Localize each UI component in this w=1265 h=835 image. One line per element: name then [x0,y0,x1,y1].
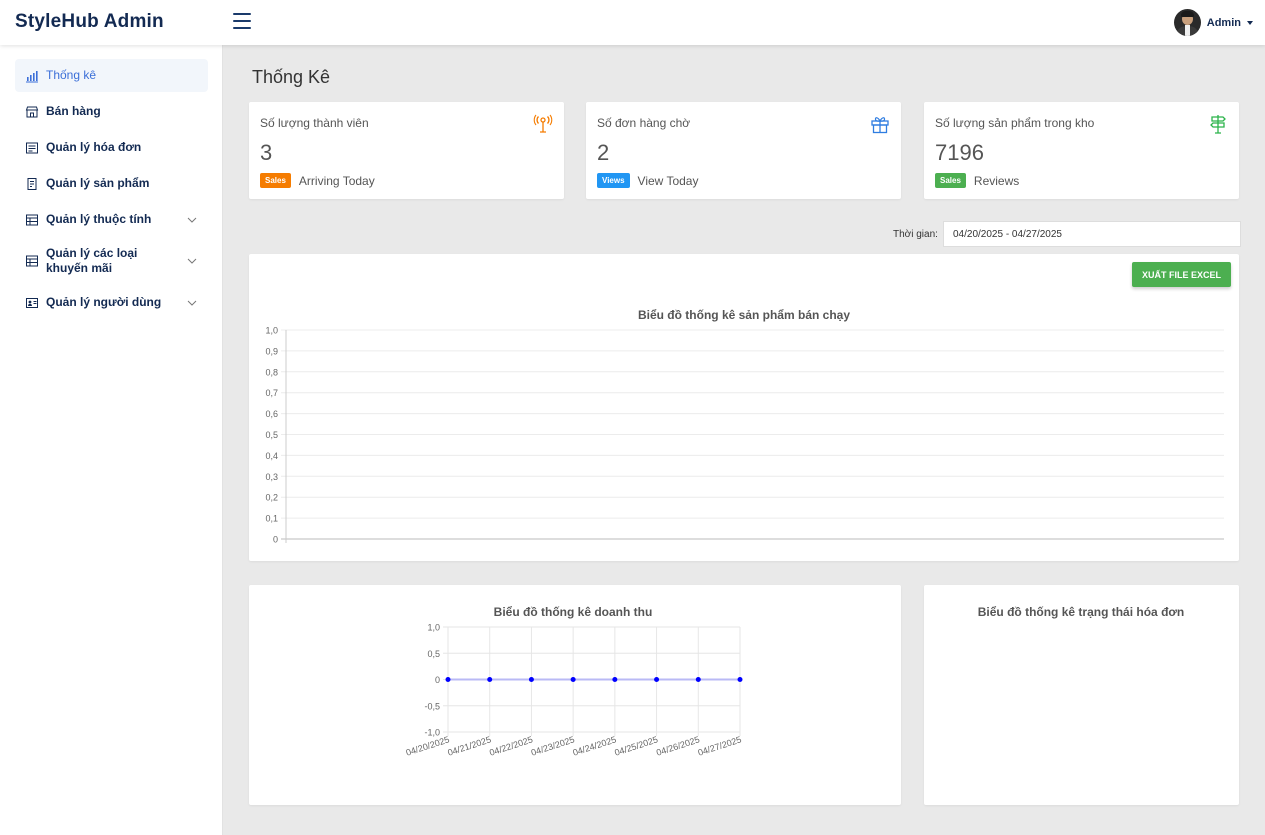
data-point [612,677,618,682]
x-tick-label: 04/20/2025 [405,734,451,757]
page-title: Thống Kê [252,67,331,87]
y-tick-label: 0,2 [265,493,278,503]
x-tick-label: 04/27/2025 [697,734,743,757]
data-point [445,677,451,682]
stat-footer-text: Arriving Today [298,173,375,188]
best-selling-chart-card: XUẤT FILE EXCEL Biểu đồ thống kê sản phẩ… [249,254,1239,561]
y-tick-label: 0 [273,535,278,545]
x-tick-label: 04/25/2025 [613,734,659,757]
stat-footer-text: View Today [637,173,699,188]
stat-footer-text: Reviews [973,173,1020,188]
sidebar-item-label: Quản lý người dùng [46,295,162,309]
chart-title: Biểu đồ thống kê doanh thu [494,605,653,619]
brand-logo[interactable]: StyleHub Admin [15,11,164,33]
data-point [528,677,534,682]
data-point [654,677,660,682]
x-tick-label: 04/22/2025 [488,734,534,757]
stat-footer: Views View Today [597,173,698,188]
sidebar-item-label: Quản lý hóa đơn [46,140,142,154]
bar-chart-icon [26,70,38,82]
store-icon [25,106,39,117]
caret-down-icon[interactable] [1247,20,1253,25]
x-tick-label: 04/24/2025 [572,734,618,757]
chevron-down-icon[interactable] [186,255,198,267]
y-tick-label: 0 [435,675,440,685]
sidebar: Thống kê Bán hàng Quản lý hóa đơn Quản l… [0,45,223,835]
stat-value: 3 [260,140,273,165]
stat-label: Số lượng sản phẩm trong kho [935,116,1095,130]
stat-card-pending-orders: Số đơn hàng chờ 2 Views View Today [586,102,901,199]
y-tick-label: 0,8 [265,367,278,377]
invoice-icon [26,142,38,153]
sidebar-item-quan-ly-nguoi-dung[interactable]: Quản lý người dùng [15,286,208,319]
invoice-status-chart-card: Biểu đồ thống kê trạng thái hóa đơn [924,585,1239,805]
data-point [695,677,701,682]
date-range-label: Thời gian: [893,229,938,240]
y-tick-label: -1,0 [424,728,440,738]
y-tick-label: 1,0 [427,623,440,633]
status-badge: Sales [260,173,291,188]
y-tick-label: 0,7 [265,388,278,398]
x-tick-label: 04/21/2025 [446,734,492,757]
stat-footer: Sales Arriving Today [260,173,375,188]
product-icon [27,177,37,190]
stat-label: Số lượng thành viên [260,116,369,130]
table-icon [26,255,38,267]
invoice-status-chart: Biểu đồ thống kê trạng thái hóa đơn [978,605,1185,619]
y-tick-label: 0,3 [265,472,278,482]
data-point [487,677,493,682]
stat-value: 2 [597,140,610,165]
signpost-icon [1210,115,1226,134]
y-tick-label: 0,9 [265,346,278,356]
revenue-chart: Biểu đồ thống kê doanh thu 1,0 0,5 0 -0,5 -1,… [405,605,743,758]
sidebar-item-label: Quản lý sản phẩm [46,176,150,190]
chevron-down-icon[interactable] [186,214,198,226]
menu-toggle-icon[interactable] [233,13,251,31]
sidebar-item-label: Thống kê [46,68,97,82]
y-tick-label: 0,6 [265,409,278,419]
y-tick-label: 0,4 [265,451,278,461]
chart-title: Biểu đồ thống kê trạng thái hóa đơn [978,605,1185,619]
stat-value: 7196 [935,140,984,165]
sidebar-item-ban-hang[interactable]: Bán hàng [15,95,208,128]
stat-card-stock: Số lượng sản phẩm trong kho 7196 Sales R… [924,102,1239,199]
chevron-down-icon[interactable] [186,297,198,309]
sidebar-item-label: Quản lý thuộc tính [46,212,152,226]
data-point [737,677,743,682]
stat-card-members: Số lượng thành viên 3 Sales Arriving Tod… [249,102,564,199]
y-tick-label: -0,5 [424,701,440,711]
date-range-input[interactable] [943,221,1241,247]
status-badge: Views [597,173,630,188]
user-name[interactable]: Admin [1207,17,1241,29]
top-bar: StyleHub Admin Admin [0,0,1265,45]
data-point [570,677,576,682]
sidebar-item-thong-ke[interactable]: Thống kê [15,59,208,92]
table-icon [26,214,38,225]
export-excel-button[interactable]: XUẤT FILE EXCEL [1132,262,1231,287]
y-tick-label: 0,1 [265,514,278,524]
sidebar-item-quan-ly-khuyen-mai[interactable]: Quản lý các loại khuyến mãi [15,239,208,283]
stat-label: Số đơn hàng chờ [597,116,691,130]
x-tick-label: 04/23/2025 [530,734,576,757]
x-tick-label: 04/26/2025 [655,734,701,757]
chart-title: Biểu đồ thống kê sản phẩm bán chạy [638,308,850,322]
avatar[interactable] [1173,9,1201,36]
id-card-icon [26,297,38,308]
status-badge: Sales [935,173,966,188]
y-tick-label: 1,0 [265,326,278,336]
user-menu[interactable]: Admin [1173,9,1253,36]
sidebar-item-quan-ly-thuoc-tinh[interactable]: Quản lý thuộc tính [15,203,208,236]
gift-icon [871,117,889,134]
sidebar-item-quan-ly-san-pham[interactable]: Quản lý sản phẩm [15,167,208,200]
sidebar-item-label: Quản lý các loại khuyến mãi [46,246,138,275]
sidebar-item-quan-ly-hoa-don[interactable]: Quản lý hóa đơn [15,131,208,164]
best-selling-chart: Biểu đồ thống kê sản phẩm bán chạy 1,0 0,9… [265,308,1224,545]
y-tick-label: 0,5 [427,649,440,659]
antenna-icon [533,114,553,133]
sidebar-nav: Thống kê Bán hàng Quản lý hóa đơn Quản l… [15,59,208,322]
sidebar-item-label: Bán hàng [46,104,101,118]
stat-footer: Sales Reviews [935,173,1019,188]
revenue-chart-card: Biểu đồ thống kê doanh thu 1,0 0,5 0 -0,5 -1,… [249,585,901,805]
y-tick-label: 0,5 [265,430,278,440]
